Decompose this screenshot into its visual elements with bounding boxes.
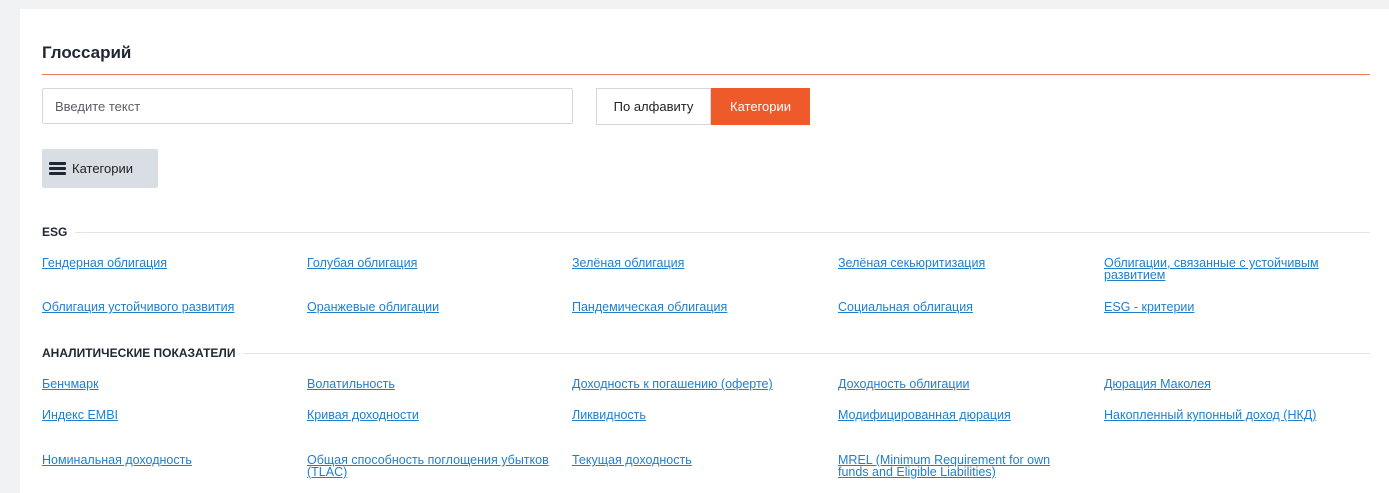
term-link[interactable]: Пандемическая облигация: [572, 301, 838, 321]
term-link[interactable]: Общая способность поглощения убытков (TL…: [307, 454, 572, 484]
alphabet-toggle-button[interactable]: По алфавиту: [596, 88, 711, 125]
term-link[interactable]: Доходность облигации: [838, 378, 1104, 409]
categories-menu-label: Категории: [72, 161, 133, 176]
term-link[interactable]: Волатильность: [307, 378, 572, 409]
term-link[interactable]: Оранжевые облигации: [307, 301, 572, 321]
term-link[interactable]: Бенчмарк: [42, 378, 307, 409]
search-input[interactable]: [42, 88, 573, 124]
term-link[interactable]: Ликвидность: [572, 409, 838, 454]
section-title: АНАЛИТИЧЕСКИЕ ПОКАЗАТЕЛИ: [42, 346, 236, 360]
term-link[interactable]: Зелёная секьюритизация: [838, 257, 1104, 301]
term-link[interactable]: Облигации, связанные с устойчивым развит…: [1104, 257, 1372, 301]
term-link[interactable]: Модифицированная дюрация: [838, 409, 1104, 454]
term-link[interactable]: Номинальная доходность: [42, 454, 307, 484]
section-heading-analytics: АНАЛИТИЧЕСКИЕ ПОКАЗАТЕЛИ: [42, 346, 1370, 360]
categories-menu-button[interactable]: Категории: [42, 149, 158, 188]
term-link[interactable]: Голубая облигация: [307, 257, 572, 301]
term-link[interactable]: Социальная облигация: [838, 301, 1104, 321]
section-divider: [243, 352, 1370, 354]
page-title: Глоссарий: [42, 43, 132, 62]
term-grid-analytics: Бенчмарк Волатильность Доходность к пога…: [42, 378, 1372, 484]
term-link[interactable]: Облигация устойчивого развития: [42, 301, 307, 321]
term-link[interactable]: Дюрация Маколея: [1104, 378, 1372, 409]
term-grid-esg: Гендерная облигация Голубая облигация Зе…: [42, 257, 1372, 321]
term-link[interactable]: Доходность к погашению (оферте): [572, 378, 838, 409]
term-link[interactable]: Индекс EMBI: [42, 409, 307, 454]
term-link[interactable]: Накопленный купонный доход (НКД): [1104, 409, 1372, 454]
categories-toggle-button[interactable]: Категории: [711, 88, 810, 125]
term-link[interactable]: Зелёная облигация: [572, 257, 838, 301]
glossary-panel: Глоссарий По алфавиту Категории Категори…: [20, 9, 1389, 493]
title-divider: [42, 74, 1370, 75]
term-link[interactable]: Текущая доходность: [572, 454, 838, 484]
section-title: ESG: [42, 225, 68, 239]
section-heading-esg: ESG: [42, 225, 1370, 239]
hamburger-menu-icon: [49, 162, 66, 175]
term-link[interactable]: Гендерная облигация: [42, 257, 307, 301]
term-link[interactable]: MREL (Minimum Requirement for own funds …: [838, 454, 1104, 484]
term-link[interactable]: ESG - критерии: [1104, 301, 1372, 321]
term-link[interactable]: Кривая доходности: [307, 409, 572, 454]
section-divider: [75, 231, 1370, 233]
